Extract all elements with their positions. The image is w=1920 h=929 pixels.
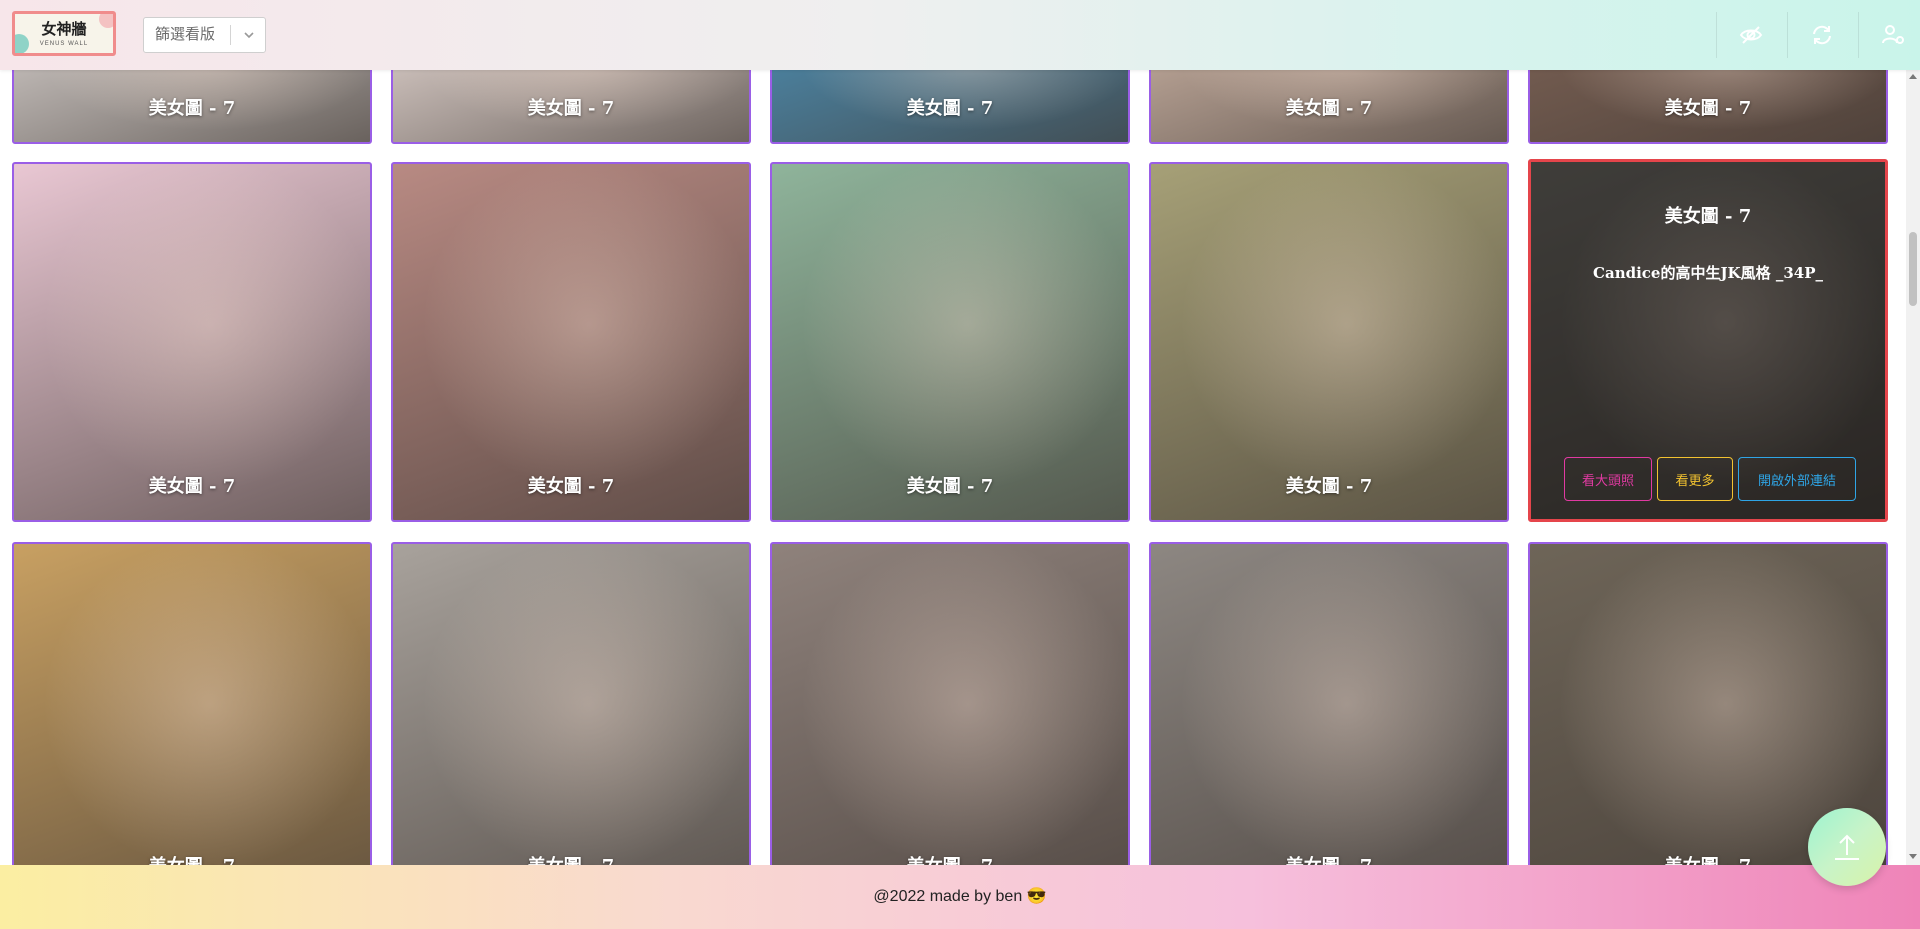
card-caption: 美女圖 - 7 [906, 476, 994, 497]
gallery-card[interactable]: 美女圖 - 7 [391, 70, 751, 144]
scrollbar-thumb[interactable] [1909, 232, 1917, 306]
view-headshot-button[interactable]: 看大頭照 [1564, 457, 1652, 501]
card-caption: 美女圖 - 7 [527, 98, 615, 119]
logo-subtitle: VENUS WALL [39, 41, 89, 47]
gallery-photo [393, 164, 749, 520]
gallery-card[interactable]: 美女圖 - 7 [391, 542, 751, 865]
gallery-photo [393, 544, 749, 865]
back-to-top-button[interactable] [1808, 808, 1886, 886]
card-caption: 美女圖 - 7 [1285, 476, 1373, 497]
gallery-photo [14, 544, 370, 865]
scroll-down-arrow-icon[interactable] [1909, 854, 1917, 859]
gallery-card[interactable]: 美女圖 - 7 [770, 162, 1130, 522]
card-caption: 美女圖 - 7 [527, 476, 615, 497]
arrow-up-icon [1835, 834, 1859, 860]
filter-value: 篩選看版 [155, 26, 216, 43]
gallery-photo [772, 164, 1128, 520]
site-footer: @2022 made by ben 😎 [0, 865, 1920, 929]
gallery-card[interactable]: 美女圖 - 7 [391, 162, 751, 522]
refresh-icon[interactable] [1799, 12, 1845, 58]
gallery-card[interactable]: 美女圖 - 7 [770, 542, 1130, 865]
gallery-card[interactable]: 美女圖 - 7 [12, 542, 372, 865]
board-filter-select[interactable]: 篩選看版 [143, 17, 266, 53]
user-settings-icon[interactable] [1870, 12, 1916, 58]
card-caption: 美女圖 - 7 [772, 852, 1128, 865]
gallery-card[interactable]: 美女圖 - 7 [1149, 70, 1509, 144]
gallery-card[interactable]: 美女圖 - 7 [12, 162, 372, 522]
card-description: Candice的高中生JK風格 _34P_ [1593, 264, 1823, 282]
gallery-card[interactable]: 美女圖 - 7 [1528, 70, 1888, 144]
image-gallery: 美女圖 - 7 美女圖 - 7 美女圖 - 7 美女圖 - 7 美女圖 - 7 美女圖 -… [0, 70, 1906, 865]
card-caption: 美女圖 - 7 [393, 852, 749, 865]
card-caption: 美女圖 - 7 [148, 476, 236, 497]
card-caption: 美女圖 - 7 [148, 98, 236, 119]
card-caption: 美女圖 - 7 [1664, 98, 1752, 119]
see-more-button[interactable]: 看更多 [1657, 457, 1733, 501]
card-caption: 美女圖 - 7 [14, 852, 370, 865]
top-navbar: 女神牆 VENUS WALL 篩選看版 [0, 0, 1920, 70]
card-caption: 美女圖 - 7 [1285, 98, 1373, 119]
logo-title: 女神牆 [41, 20, 87, 38]
gallery-photo [14, 164, 370, 520]
card-caption: 美女圖 - 7 [1151, 852, 1507, 865]
page-scrollbar[interactable] [1906, 70, 1920, 865]
card-title: 美女圖 - 7 [1664, 206, 1752, 227]
gallery-photo [772, 544, 1128, 865]
eye-slash-icon[interactable] [1728, 12, 1774, 58]
card-action-buttons: 看大頭照 看更多 開啟外部連結 [1564, 457, 1856, 501]
gallery-photo [1151, 544, 1507, 865]
footer-text: @2022 made by ben 😎 [873, 888, 1047, 905]
scroll-up-arrow-icon[interactable] [1909, 74, 1917, 79]
open-external-link-button[interactable]: 開啟外部連結 [1738, 457, 1856, 501]
site-logo[interactable]: 女神牆 VENUS WALL [12, 11, 116, 56]
gallery-photo [1151, 164, 1507, 520]
gallery-card[interactable]: 美女圖 - 7 [1149, 162, 1509, 522]
gallery-card[interactable]: 美女圖 - 7 [1149, 542, 1509, 865]
gallery-card-hovered[interactable]: 美女圖 - 7 Candice的高中生JK風格 _34P_ 看大頭照 看更多 開啟外部連… [1528, 159, 1888, 522]
gallery-card[interactable]: 美女圖 - 7 [770, 70, 1130, 144]
card-caption: 美女圖 - 7 [906, 98, 994, 119]
chevron-down-icon [244, 32, 254, 39]
gallery-card[interactable]: 美女圖 - 7 [12, 70, 372, 144]
